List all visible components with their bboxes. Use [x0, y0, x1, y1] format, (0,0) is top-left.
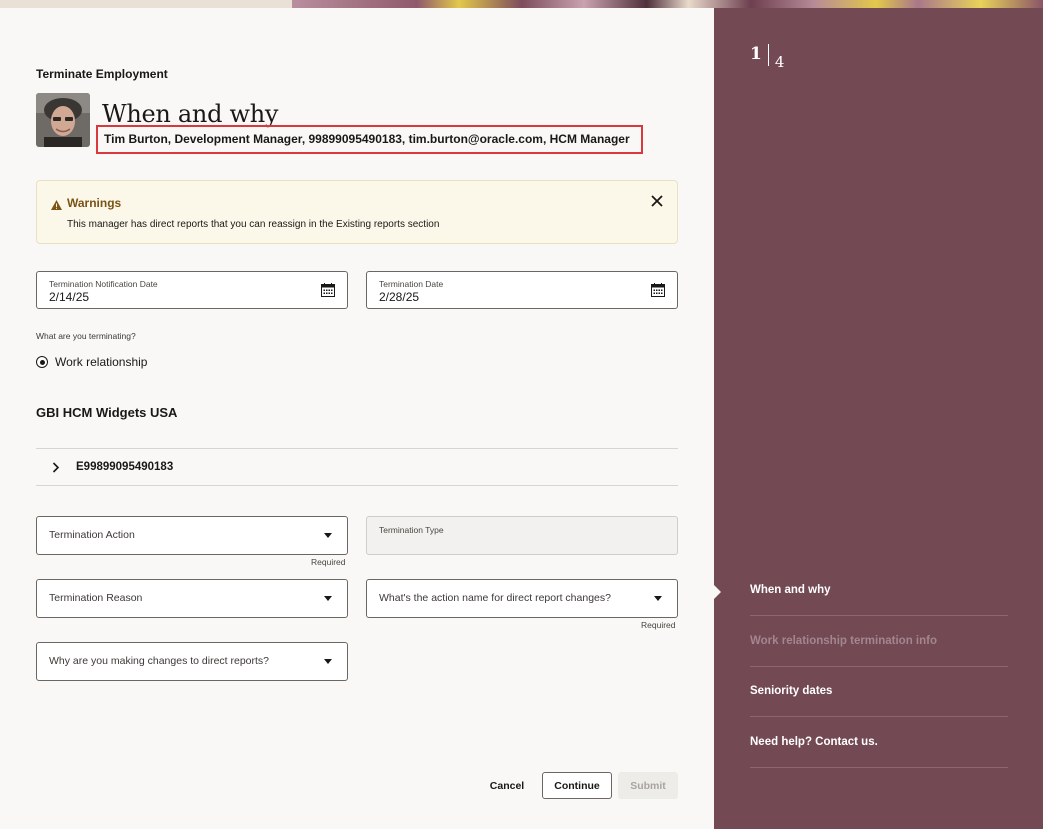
field-label: Termination Action — [49, 529, 135, 541]
warning-message: This manager has direct reports that you… — [67, 219, 440, 230]
avatar — [36, 93, 90, 147]
step-indicator: 1 4 — [750, 44, 784, 71]
field-value: 2/28/25 — [379, 290, 420, 304]
caret-down-icon[interactable] — [654, 596, 662, 601]
field-label: Termination Notification Date — [49, 279, 158, 289]
submit-button[interactable]: Submit — [618, 772, 678, 799]
nav-divider — [750, 716, 1008, 717]
field-label: Termination Type — [379, 525, 444, 535]
warning-triangle-icon — [51, 197, 62, 215]
total-steps: 4 — [774, 53, 785, 71]
direct-report-action-select[interactable]: What's the action name for direct report… — [366, 579, 678, 618]
caret-down-icon[interactable] — [324, 533, 332, 538]
page-header: Terminate Employment — [36, 67, 168, 81]
work-relationship-radio[interactable]: Work relationship — [36, 355, 147, 369]
nav-divider — [750, 615, 1008, 616]
divider — [36, 485, 678, 486]
nav-item-seniority-dates[interactable]: Seniority dates — [750, 685, 1008, 697]
termination-date-field[interactable]: Termination Date 2/28/25 — [366, 271, 678, 309]
organization-name: GBI HCM Widgets USA — [36, 405, 178, 420]
caret-down-icon[interactable] — [324, 596, 332, 601]
nav-divider — [750, 666, 1008, 667]
close-icon[interactable] — [649, 193, 665, 209]
radio-label: Work relationship — [55, 355, 148, 369]
nav-item-work-relationship-termination-info: Work relationship termination info — [750, 635, 937, 647]
side-panel — [714, 8, 1043, 829]
work-relationship-id: E99899095490183 — [76, 461, 174, 473]
current-step: 1 — [750, 44, 762, 64]
page-title: When and why — [102, 100, 279, 128]
field-label: What's the action name for direct report… — [379, 592, 611, 604]
field-value: 2/14/25 — [49, 290, 90, 304]
field-label: Termination Date — [379, 279, 444, 289]
nav-item-when-and-why[interactable]: When and why — [750, 584, 1008, 596]
termination-action-select[interactable]: Termination Action — [36, 516, 348, 555]
nav-divider — [750, 767, 1008, 768]
calendar-icon[interactable] — [321, 283, 335, 302]
field-label: Termination Reason — [49, 592, 143, 604]
continue-button[interactable]: Continue — [542, 772, 612, 799]
calendar-icon[interactable] — [651, 283, 665, 302]
nav-item-help[interactable]: Need help? Contact us. — [750, 736, 1008, 748]
termination-notification-date-field[interactable]: Termination Notification Date 2/14/25 — [36, 271, 348, 309]
termination-type-field: Termination Type — [366, 516, 678, 555]
warning-banner: Warnings This manager has direct reports… — [36, 180, 678, 244]
field-label: Why are you making changes to direct rep… — [49, 655, 270, 667]
caret-down-icon[interactable] — [324, 659, 332, 664]
step-divider — [767, 44, 769, 66]
required-hint: Required — [641, 620, 676, 630]
termination-reason-select[interactable]: Termination Reason — [36, 579, 348, 618]
radio-selected-icon[interactable] — [36, 356, 48, 368]
cancel-button[interactable]: Cancel — [480, 772, 534, 799]
decorative-banner — [0, 0, 1043, 8]
person-summary: Tim Burton, Development Manager, 9989909… — [96, 125, 643, 154]
current-step-pointer-icon — [714, 585, 721, 599]
work-relationship-expander[interactable]: E99899095490183 — [36, 449, 678, 485]
warning-title: Warnings — [67, 196, 122, 210]
required-hint: Required — [311, 557, 346, 567]
chevron-right-icon[interactable] — [36, 461, 76, 473]
direct-report-reason-select[interactable]: Why are you making changes to direct rep… — [36, 642, 348, 681]
terminating-question: What are you terminating? — [36, 331, 136, 341]
